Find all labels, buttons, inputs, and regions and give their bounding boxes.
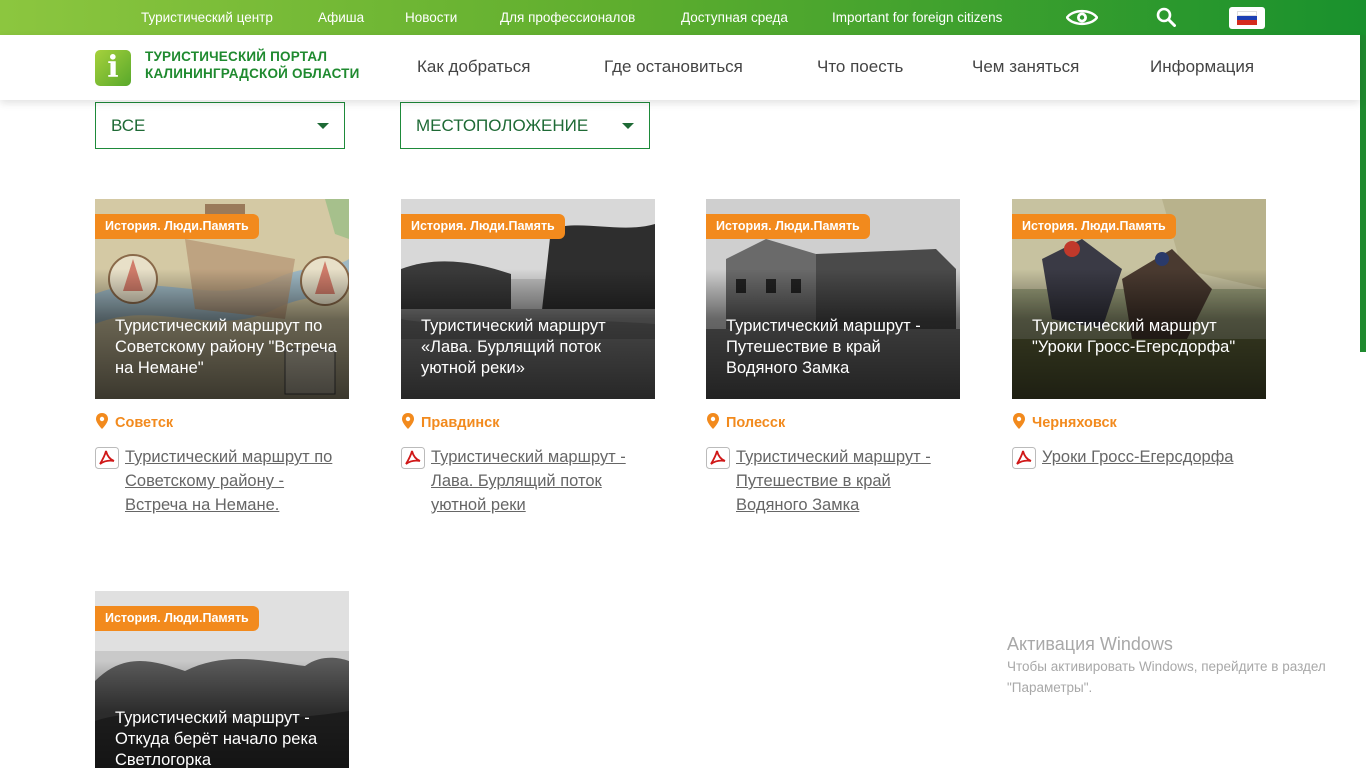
document-link[interactable]: Туристический маршрут - Лава. Бурлящий п… <box>401 445 655 517</box>
route-card[interactable]: История. Люди.Память Туристический маршр… <box>1012 199 1266 469</box>
nav-item-where-to-stay[interactable]: Где остановиться <box>604 35 743 98</box>
watermark-title: Активация Windows <box>1007 634 1173 654</box>
category-tag[interactable]: История. Люди.Память <box>95 214 259 239</box>
card-location: Советск <box>95 413 173 433</box>
caret-down-icon <box>622 123 634 129</box>
card-location: Полесск <box>706 413 785 433</box>
pdf-icon <box>1012 447 1036 469</box>
logo-icon[interactable]: i <box>95 50 131 86</box>
category-tag[interactable]: История. Люди.Память <box>706 214 870 239</box>
eye-icon[interactable] <box>1066 8 1098 27</box>
card-image[interactable]: История. Люди.Память Туристический маршр… <box>95 591 349 768</box>
nav-item-what-to-eat[interactable]: Что поесть <box>817 35 903 98</box>
windows-activation-watermark: Активация Windows Чтобы активировать Win… <box>1007 632 1327 698</box>
location-filter[interactable]: МЕСТОПОЛОЖЕНИЕ <box>400 102 650 149</box>
site-header: i ТУРИСТИЧЕСКИЙ ПОРТАЛ КАЛИНИНГРАДСКОЙ О… <box>0 35 1360 100</box>
russian-flag-icon[interactable] <box>1229 7 1265 29</box>
nav-item-what-to-do[interactable]: Чем заняться <box>972 35 1079 98</box>
topbar-link-news[interactable]: Новости <box>405 0 457 35</box>
document-link[interactable]: Туристический маршрут по Советскому райо… <box>95 445 349 517</box>
route-card[interactable]: История. Люди.Память Туристический маршр… <box>95 199 349 514</box>
category-tag[interactable]: История. Люди.Память <box>401 214 565 239</box>
card-title: Туристический маршрут "Уроки Гросс-Егерс… <box>1032 317 1236 356</box>
pdf-icon <box>401 447 425 469</box>
topbar-link-professionals[interactable]: Для профессионалов <box>500 0 635 35</box>
card-title: Туристический маршрут по Советскому райо… <box>115 317 337 377</box>
topbar-link-tourist-center[interactable]: Туристический центр <box>141 0 273 35</box>
topbar-link-accessible[interactable]: Доступная среда <box>681 0 788 35</box>
category-tag[interactable]: История. Люди.Память <box>95 606 259 631</box>
route-card[interactable]: История. Люди.Память Туристический маршр… <box>401 199 655 514</box>
card-title: Туристический маршрут - Откуда берёт нач… <box>115 709 318 768</box>
search-icon[interactable] <box>1156 7 1176 27</box>
topbar-link-foreign[interactable]: Important for foreign citizens <box>832 0 1002 35</box>
caret-down-icon <box>317 123 329 129</box>
document-link-text[interactable]: Туристический маршрут по Советскому райо… <box>95 445 349 517</box>
location-pin-icon <box>96 413 108 429</box>
top-bar: Туристический центр Афиша Новости Для пр… <box>0 0 1366 35</box>
document-link[interactable]: Уроки Гросс-Егерсдорфа <box>1012 445 1266 469</box>
nav-item-how-to-get[interactable]: Как добраться <box>417 35 531 98</box>
scrollbar-thumb[interactable] <box>1360 35 1366 352</box>
route-card[interactable]: История. Люди.Память Туристический маршр… <box>95 591 349 768</box>
card-title: Туристический маршрут - Путешествие в кр… <box>726 317 921 377</box>
card-image[interactable]: История. Люди.Память Туристический маршр… <box>401 199 655 399</box>
pdf-icon <box>95 447 119 469</box>
category-filter[interactable]: ВСЕ <box>95 102 345 149</box>
pdf-icon <box>706 447 730 469</box>
nav-item-information[interactable]: Информация <box>1150 35 1254 98</box>
route-card[interactable]: История. Люди.Память Туристический маршр… <box>706 199 960 514</box>
topbar-link-afisha[interactable]: Афиша <box>318 0 364 35</box>
logo-title[interactable]: ТУРИСТИЧЕСКИЙ ПОРТАЛ КАЛИНИНГРАДСКОЙ ОБЛ… <box>145 48 385 82</box>
location-pin-icon <box>1013 413 1025 429</box>
document-link-text[interactable]: Туристический маршрут - Лава. Бурлящий п… <box>401 445 655 517</box>
card-image[interactable]: История. Люди.Память Туристический маршр… <box>1012 199 1266 399</box>
document-link-text[interactable]: Туристический маршрут - Путешествие в кр… <box>706 445 960 517</box>
card-image[interactable]: История. Люди.Память Туристический маршр… <box>706 199 960 399</box>
document-link-text[interactable]: Уроки Гросс-Егерсдорфа <box>1012 445 1266 469</box>
card-location: Правдинск <box>401 413 499 433</box>
location-pin-icon <box>402 413 414 429</box>
location-pin-icon <box>707 413 719 429</box>
document-link[interactable]: Туристический маршрут - Путешествие в кр… <box>706 445 960 517</box>
category-tag[interactable]: История. Люди.Память <box>1012 214 1176 239</box>
location-filter-value: МЕСТОПОЛОЖЕНИЕ <box>416 116 589 135</box>
card-image[interactable]: История. Люди.Память Туристический маршр… <box>95 199 349 399</box>
card-location: Черняховск <box>1012 413 1117 433</box>
card-title: Туристический маршрут «Лава. Бурлящий по… <box>421 317 606 377</box>
watermark-text: Чтобы активировать Windows, перейдите в … <box>1007 659 1326 695</box>
category-filter-value: ВСЕ <box>111 116 146 135</box>
